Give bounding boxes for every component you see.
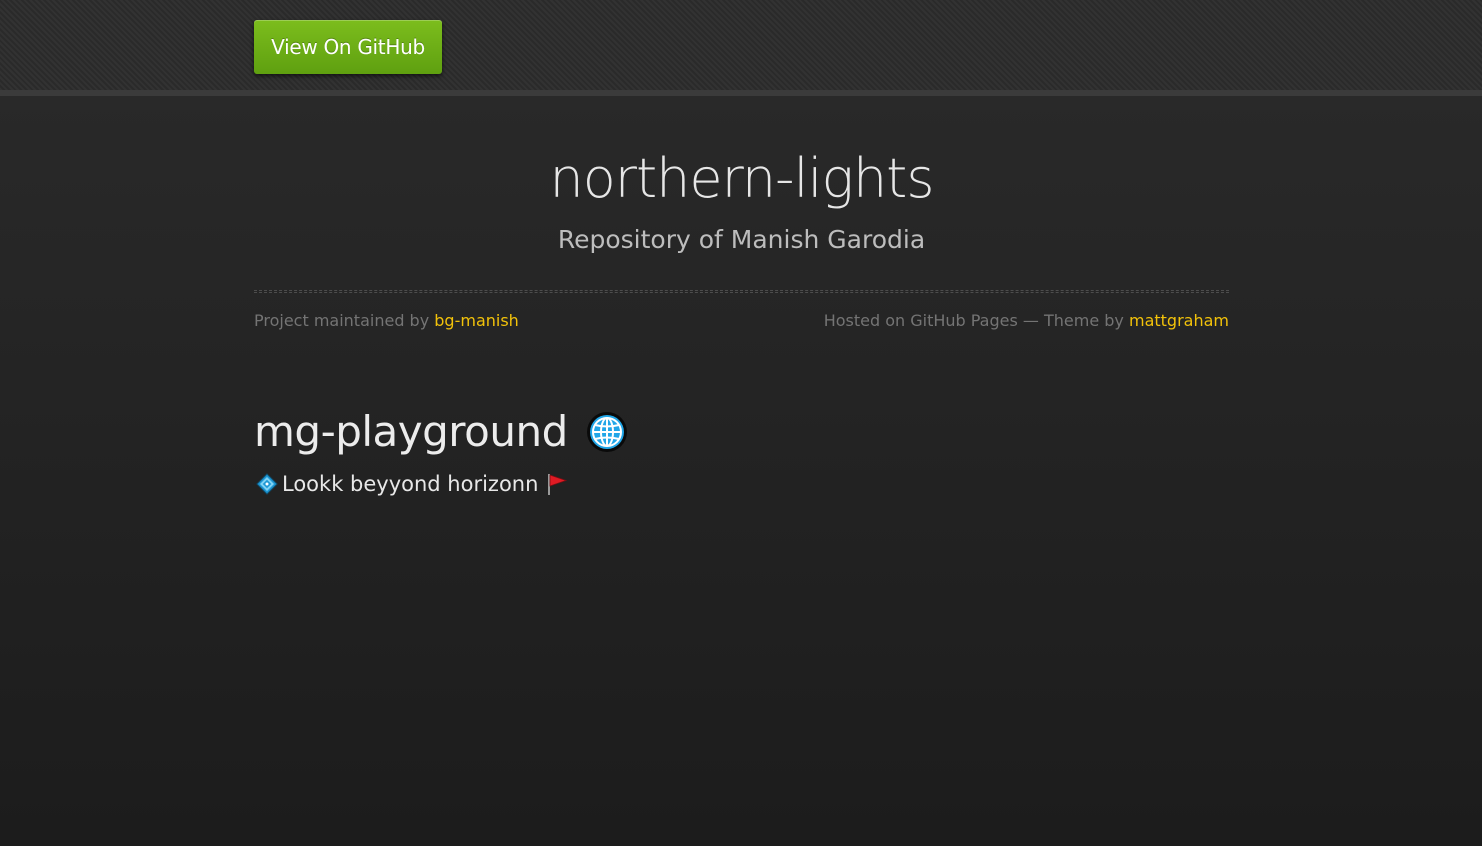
tagline-text: Lookk beyyond horizonn [282,472,539,496]
maintained-by-text: Project maintained by [254,311,435,330]
hosted-on-text: Hosted on GitHub Pages — Theme by [823,311,1129,330]
page-title: northern-lights [549,147,935,210]
hosting-credit: Hosted on GitHub Pages — Theme by mattgr… [824,309,1229,333]
repo-heading: mg-playground [254,404,628,460]
globe-icon [586,411,628,453]
header-divider [254,290,1229,293]
top-bar: View On GitHub [0,0,1482,96]
theme-author-link[interactable]: mattgraham [1129,311,1229,330]
maintainer-credit: Project maintained by bg-manish [254,309,519,333]
repo-heading-text: mg-playground [254,407,568,456]
diamond-icon [256,473,278,495]
page-subtitle: Repository of Manish Garodia [557,225,926,254]
maintainer-link[interactable]: bg-manish [434,311,519,330]
tagline: Lookk beyyond horizonn [256,470,568,498]
view-on-github-button[interactable]: View On GitHub [254,20,442,74]
flag-icon [546,472,568,496]
